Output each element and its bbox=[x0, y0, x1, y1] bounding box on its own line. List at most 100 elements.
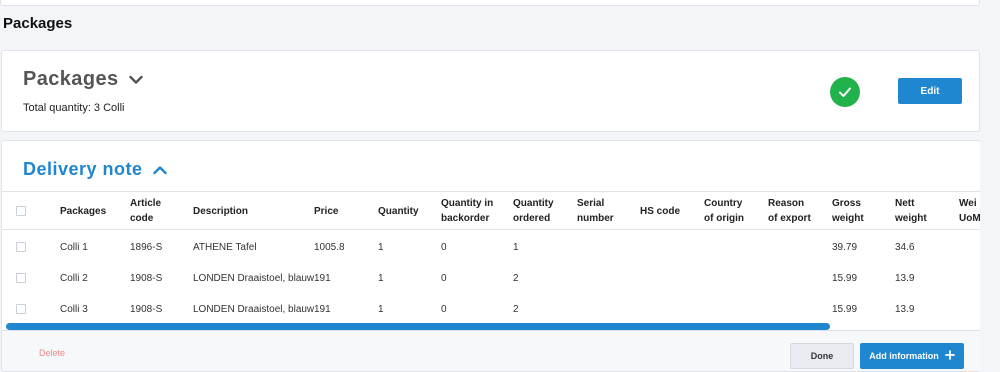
column-header: Nett weight bbox=[895, 192, 927, 230]
column-header-text: Packages bbox=[60, 204, 106, 219]
add-information-label: Add information bbox=[869, 351, 939, 361]
table-cell: 191 bbox=[314, 273, 331, 284]
column-header: Quantity ordered bbox=[513, 192, 554, 230]
column-header: Reason of export bbox=[768, 192, 811, 230]
column-header-line: of export bbox=[768, 213, 811, 224]
done-button[interactable]: Done bbox=[790, 343, 854, 369]
column-header-text: Reason of export bbox=[768, 196, 811, 226]
packages-toggle[interactable]: Packages bbox=[23, 68, 143, 91]
column-header: Gross weight bbox=[832, 192, 864, 230]
column-header-text: Country of origin bbox=[704, 196, 744, 226]
packages-card: Packages Total quantity: 3 Colli Edit bbox=[1, 50, 980, 132]
table-cell: 191 bbox=[314, 304, 331, 315]
table-cell: 0 bbox=[441, 273, 447, 284]
previous-card-edge bbox=[0, 0, 980, 6]
delivery-note-toggle[interactable]: Delivery note bbox=[23, 159, 167, 180]
table-cell: 15.99 bbox=[832, 304, 858, 315]
column-header-text: Serial number bbox=[577, 196, 614, 226]
column-header-line: weight bbox=[832, 213, 864, 224]
column-header-line: Description bbox=[193, 205, 249, 217]
chevron-down-icon bbox=[128, 68, 143, 91]
select-all-checkbox[interactable] bbox=[16, 206, 26, 216]
column-header-line: Reason bbox=[768, 198, 805, 209]
column-header-text: Description bbox=[193, 204, 248, 219]
column-header: Wei UoM bbox=[959, 192, 980, 230]
check-circle-icon bbox=[830, 77, 860, 107]
column-header-line: Price bbox=[314, 205, 339, 217]
column-header-line: of origin bbox=[704, 213, 744, 224]
column-header-text: Quantity bbox=[378, 204, 419, 219]
chevron-up-icon bbox=[152, 159, 167, 180]
table-cell: 39.79 bbox=[832, 242, 858, 253]
horizontal-scrollbar[interactable] bbox=[6, 323, 830, 330]
table-cell: 1 bbox=[378, 242, 384, 253]
column-header-line: Quantity bbox=[378, 205, 419, 217]
table-cell: 15.99 bbox=[832, 273, 858, 284]
table-cell: 1005.8 bbox=[314, 242, 345, 253]
column-header: HS code bbox=[640, 192, 680, 230]
column-header-line: Packages bbox=[60, 205, 107, 217]
table-cell: 1 bbox=[378, 273, 384, 284]
table-cell: 1908-S bbox=[130, 304, 163, 315]
table-cell: 1908-S bbox=[130, 273, 163, 284]
column-header: Quantity bbox=[378, 192, 419, 230]
column-header-line: ordered bbox=[513, 213, 551, 224]
column-header: Article code bbox=[130, 192, 161, 230]
table-cell: 13.9 bbox=[895, 304, 915, 315]
table-cell: 2 bbox=[513, 273, 519, 284]
table-cell: 0 bbox=[441, 304, 447, 315]
column-header-line: Serial bbox=[577, 198, 605, 209]
card-footer: Delete Done Add information bbox=[2, 330, 980, 371]
column-header: Description bbox=[193, 192, 248, 230]
row-checkbox[interactable] bbox=[16, 242, 26, 252]
column-header-line: Gross bbox=[832, 198, 861, 209]
column-header-line: number bbox=[577, 213, 614, 224]
table-row[interactable]: Colli 1 1896-S ATHENE Tafel 1005.8 1 0 1 39.79 3… bbox=[2, 232, 980, 263]
column-header: Country of origin bbox=[704, 192, 744, 230]
column-header-line: Wei bbox=[959, 198, 977, 209]
column-header-text: Quantity in backorder bbox=[441, 196, 493, 226]
edit-button[interactable]: Edit bbox=[898, 78, 962, 104]
table-cell: 1 bbox=[513, 242, 519, 253]
table-cell: 1896-S bbox=[130, 242, 163, 253]
column-header-text: Article code bbox=[130, 196, 161, 226]
delivery-note-heading: Delivery note bbox=[23, 159, 143, 179]
plus-icon bbox=[944, 350, 955, 362]
total-quantity: Total quantity: 3 Colli bbox=[23, 102, 125, 114]
table-cell: LONDEN Draaistoel, blauw bbox=[193, 273, 315, 284]
table-row[interactable]: Colli 3 1908-S LONDEN Draaistoel, blauw 191… bbox=[2, 294, 980, 325]
delete-button[interactable]: Delete bbox=[39, 348, 65, 358]
column-header-line: Quantity in bbox=[441, 198, 494, 209]
column-header: Price bbox=[314, 192, 338, 230]
column-header-line: backorder bbox=[441, 213, 490, 224]
delivery-note-card: Delivery note Packages Article code Descrip… bbox=[1, 140, 980, 372]
section-title: Packages bbox=[3, 15, 73, 32]
column-header-line: UoM bbox=[959, 213, 980, 224]
table-cell: Colli 1 bbox=[60, 242, 88, 253]
table-cell: 34.6 bbox=[895, 242, 915, 253]
column-header: Serial number bbox=[577, 192, 614, 230]
column-header-line: Quantity bbox=[513, 198, 554, 209]
table-cell: 2 bbox=[513, 304, 519, 315]
table-header: Packages Article code Description Price Quant… bbox=[2, 192, 980, 230]
table-cell: 13.9 bbox=[895, 273, 915, 284]
column-header-text: HS code bbox=[640, 204, 680, 219]
row-checkbox[interactable] bbox=[16, 273, 26, 283]
table-cell: LONDEN Draaistoel, blauw bbox=[193, 304, 315, 315]
column-header-text: Wei UoM bbox=[959, 196, 980, 226]
column-header-text: Gross weight bbox=[832, 196, 864, 226]
table-cell: 1 bbox=[378, 304, 384, 315]
add-information-button[interactable]: Add information bbox=[860, 343, 964, 369]
column-header: Quantity in backorder bbox=[441, 192, 493, 230]
column-header: Packages bbox=[60, 192, 106, 230]
table-row[interactable]: Colli 2 1908-S LONDEN Draaistoel, blauw 191… bbox=[2, 263, 980, 294]
column-header-line: weight bbox=[895, 213, 927, 224]
table-cell: Colli 2 bbox=[60, 273, 88, 284]
column-header-line: HS code bbox=[640, 205, 681, 217]
column-header-text: Quantity ordered bbox=[513, 196, 554, 226]
row-checkbox[interactable] bbox=[16, 304, 26, 314]
table-cell: ATHENE Tafel bbox=[193, 242, 257, 253]
column-header-line: Article bbox=[130, 198, 162, 209]
column-header-text: Nett weight bbox=[895, 196, 927, 226]
column-header-line: Country bbox=[704, 198, 743, 209]
